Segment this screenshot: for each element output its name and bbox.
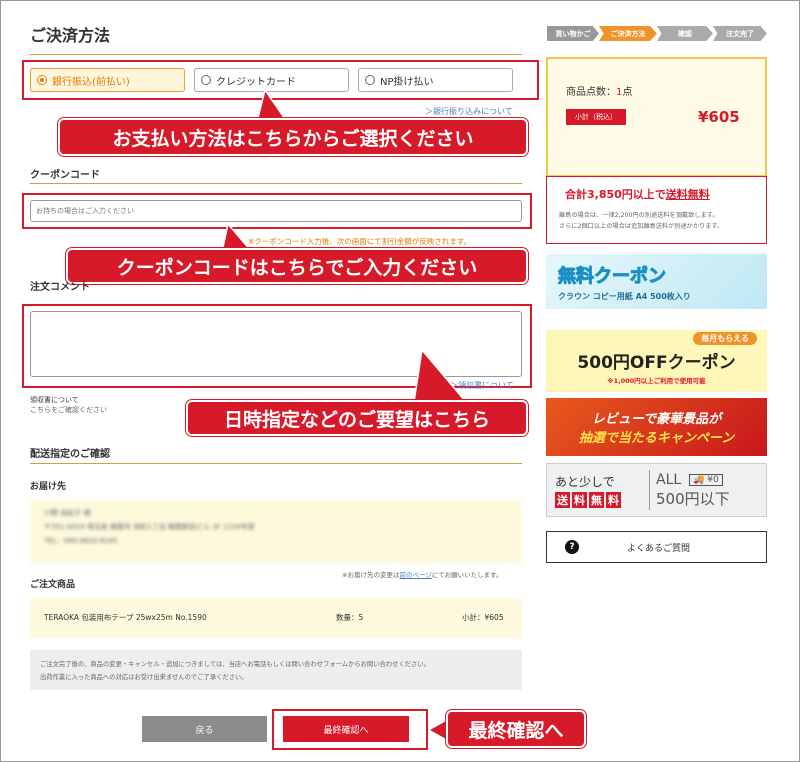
banner-500off-title: 500円OFFクーポン — [577, 352, 736, 373]
banner-ship-all: ALL — [656, 471, 682, 488]
free-shipping-title: 合計3,850円以上で送料無料 — [565, 188, 710, 201]
address-line: TEL：090-9620-8185 — [44, 537, 118, 545]
page-title: ご決済方法 — [30, 26, 111, 45]
title-divider — [30, 54, 522, 55]
coupon-500off-banner[interactable]: 毎月もらえる 500円OFFクーポン ※1,000円以上ご利用で使用可能 — [546, 330, 767, 392]
order-item-row: TERAOKA 包装用布テープ 25wx25m No.1590 数量：5 小計：… — [30, 598, 522, 638]
previous-page-link[interactable]: 前のページ — [399, 571, 431, 579]
comment-callout: 日時指定などのご要望はこちら — [186, 400, 528, 436]
coupon-divider — [30, 183, 522, 184]
faq-button[interactable]: ? よくあるご質問 — [546, 531, 767, 563]
banner-ship-price: 500円以下 — [656, 489, 730, 508]
cancellation-notice: ご注文完了後の、商品の変更・キャンセル・追加につきましては、当店へお電話もしくは… — [30, 650, 522, 690]
delivery-divider — [30, 463, 522, 464]
shipping-note: さらに2個口以上の場合は追加離島送料が別途かかります。 — [559, 223, 724, 230]
subtotal-label-badge: 小計（税込） — [566, 109, 626, 125]
banner-coupon-sub: クラウン コピー用紙 A4 500枚入り — [558, 291, 691, 301]
delivery-heading: 配送指定のご確認 — [30, 449, 110, 460]
receipt-heading: 領収書について — [30, 396, 79, 404]
coupon-input[interactable] — [30, 200, 522, 222]
review-campaign-banner[interactable]: レビューで豪華景品が 抽選で当たるキャンペーン — [546, 398, 767, 456]
item-subtotal: 小計：¥605 — [462, 613, 504, 622]
radio-selected-icon — [37, 75, 47, 85]
faq-label: よくあるご質問 — [627, 543, 691, 554]
free-coupon-banner[interactable]: 無料クーポン クラウン コピー用紙 A4 500枚入り — [546, 254, 767, 309]
banner-ship-tag: 送 — [555, 491, 570, 508]
coupon-note: ※クーポンコード入力後、次の画面にて割引金額が反映されます。 — [248, 237, 472, 246]
back-button[interactable]: 戻る — [142, 716, 267, 742]
question-icon: ? — [565, 540, 579, 554]
items-heading: ご注文商品 — [30, 580, 76, 590]
radio-icon — [201, 75, 211, 85]
item-name: TERAOKA 包装用布テープ 25wx25m No.1590 — [44, 613, 207, 622]
confirm-callout: 最終確認へ — [446, 710, 586, 748]
address-box: 川野 由紀子 様 〒351-0024 埼玉県 朝霞市 栄町1丁目 朝霞駅前ビル … — [30, 500, 522, 563]
banner-ship-tag: 料 — [606, 491, 621, 508]
final-confirm-button[interactable]: 最終確認へ — [283, 716, 409, 742]
subtotal-amount: ¥605 — [698, 108, 740, 126]
coupon-callout: クーポンコードはこちらでご入力ください — [66, 248, 528, 284]
address-change-note: ※お届け先の変更は前のページにてお願いいたします。 — [342, 571, 503, 579]
breadcrumb-step-confirm: 確認 — [657, 26, 713, 41]
breadcrumb-step-cart: 買い物かご — [547, 26, 599, 41]
banner-review-line2: 抽選で当たるキャンペーン — [578, 431, 735, 446]
banner-ship-tag: 料 — [572, 491, 587, 508]
free-shipping-box: 合計3,850円以上で送料無料 離島の場合は、一律2,200円の別途送料を頂戴致… — [546, 176, 767, 244]
order-summary-box: 商品点数：1点 小計（税込） ¥605 — [546, 57, 767, 177]
banner-review-line1: レビューで豪華景品が — [591, 412, 722, 427]
payment-option-np[interactable]: NP掛け払い — [358, 68, 513, 92]
coupon-heading: クーポンコード — [30, 170, 100, 181]
address-line: 〒351-0024 埼玉県 朝霞市 栄町1丁目 朝霞駅前ビル 3F 1234号室 — [44, 523, 255, 531]
notice-line: 出荷作業に入った商品への対応はお受け出来ませんのでご了承ください。 — [40, 674, 248, 681]
notice-line: ご注文完了後の、商品の変更・キャンセル・追加につきましては、当店へお電話もしくは… — [40, 661, 430, 668]
address-line: 川野 由紀子 様 — [44, 509, 91, 517]
banner-monthly-badge: 毎月もらえる — [693, 332, 757, 345]
item-count: 商品点数：1点 — [566, 87, 633, 98]
callout-pointer-comment — [413, 348, 468, 403]
radio-icon — [365, 75, 375, 85]
banner-coupon-title: 無料クーポン — [558, 265, 667, 287]
payment-option-bank[interactable]: 銀行振込(前払い) — [30, 68, 185, 92]
address-heading: お届け先 — [30, 482, 67, 492]
comment-heading: 注文コメント — [30, 282, 90, 293]
breadcrumb-step-payment: ご決済方法 — [599, 26, 657, 41]
payment-callout: お支払い方法はこちらからご選択ください — [58, 118, 528, 156]
item-qty: 数量：5 — [336, 613, 364, 622]
shipping-note: 離島の場合は、一律2,200円の別途送料を頂戴致します。 — [559, 212, 719, 219]
banner-ship-tag: 無 — [589, 491, 604, 508]
callout-pointer-confirm — [430, 720, 448, 740]
banner-ship-line1: あと少しで — [555, 474, 615, 489]
truck-icon: 🚚 ¥0 — [689, 473, 723, 486]
bank-transfer-link[interactable]: ＞銀行振り込みについて — [425, 106, 513, 117]
breadcrumb-step-complete: 注文完了 — [713, 26, 767, 41]
free-shipping-banner[interactable]: あと少しで 送 料 無 料 ALL 🚚 ¥0 500円以下 — [546, 463, 767, 517]
receipt-note: こちらをご確認ください — [30, 406, 107, 414]
banner-500off-note: ※1,000円以上ご利用で使用可能 — [607, 376, 706, 385]
